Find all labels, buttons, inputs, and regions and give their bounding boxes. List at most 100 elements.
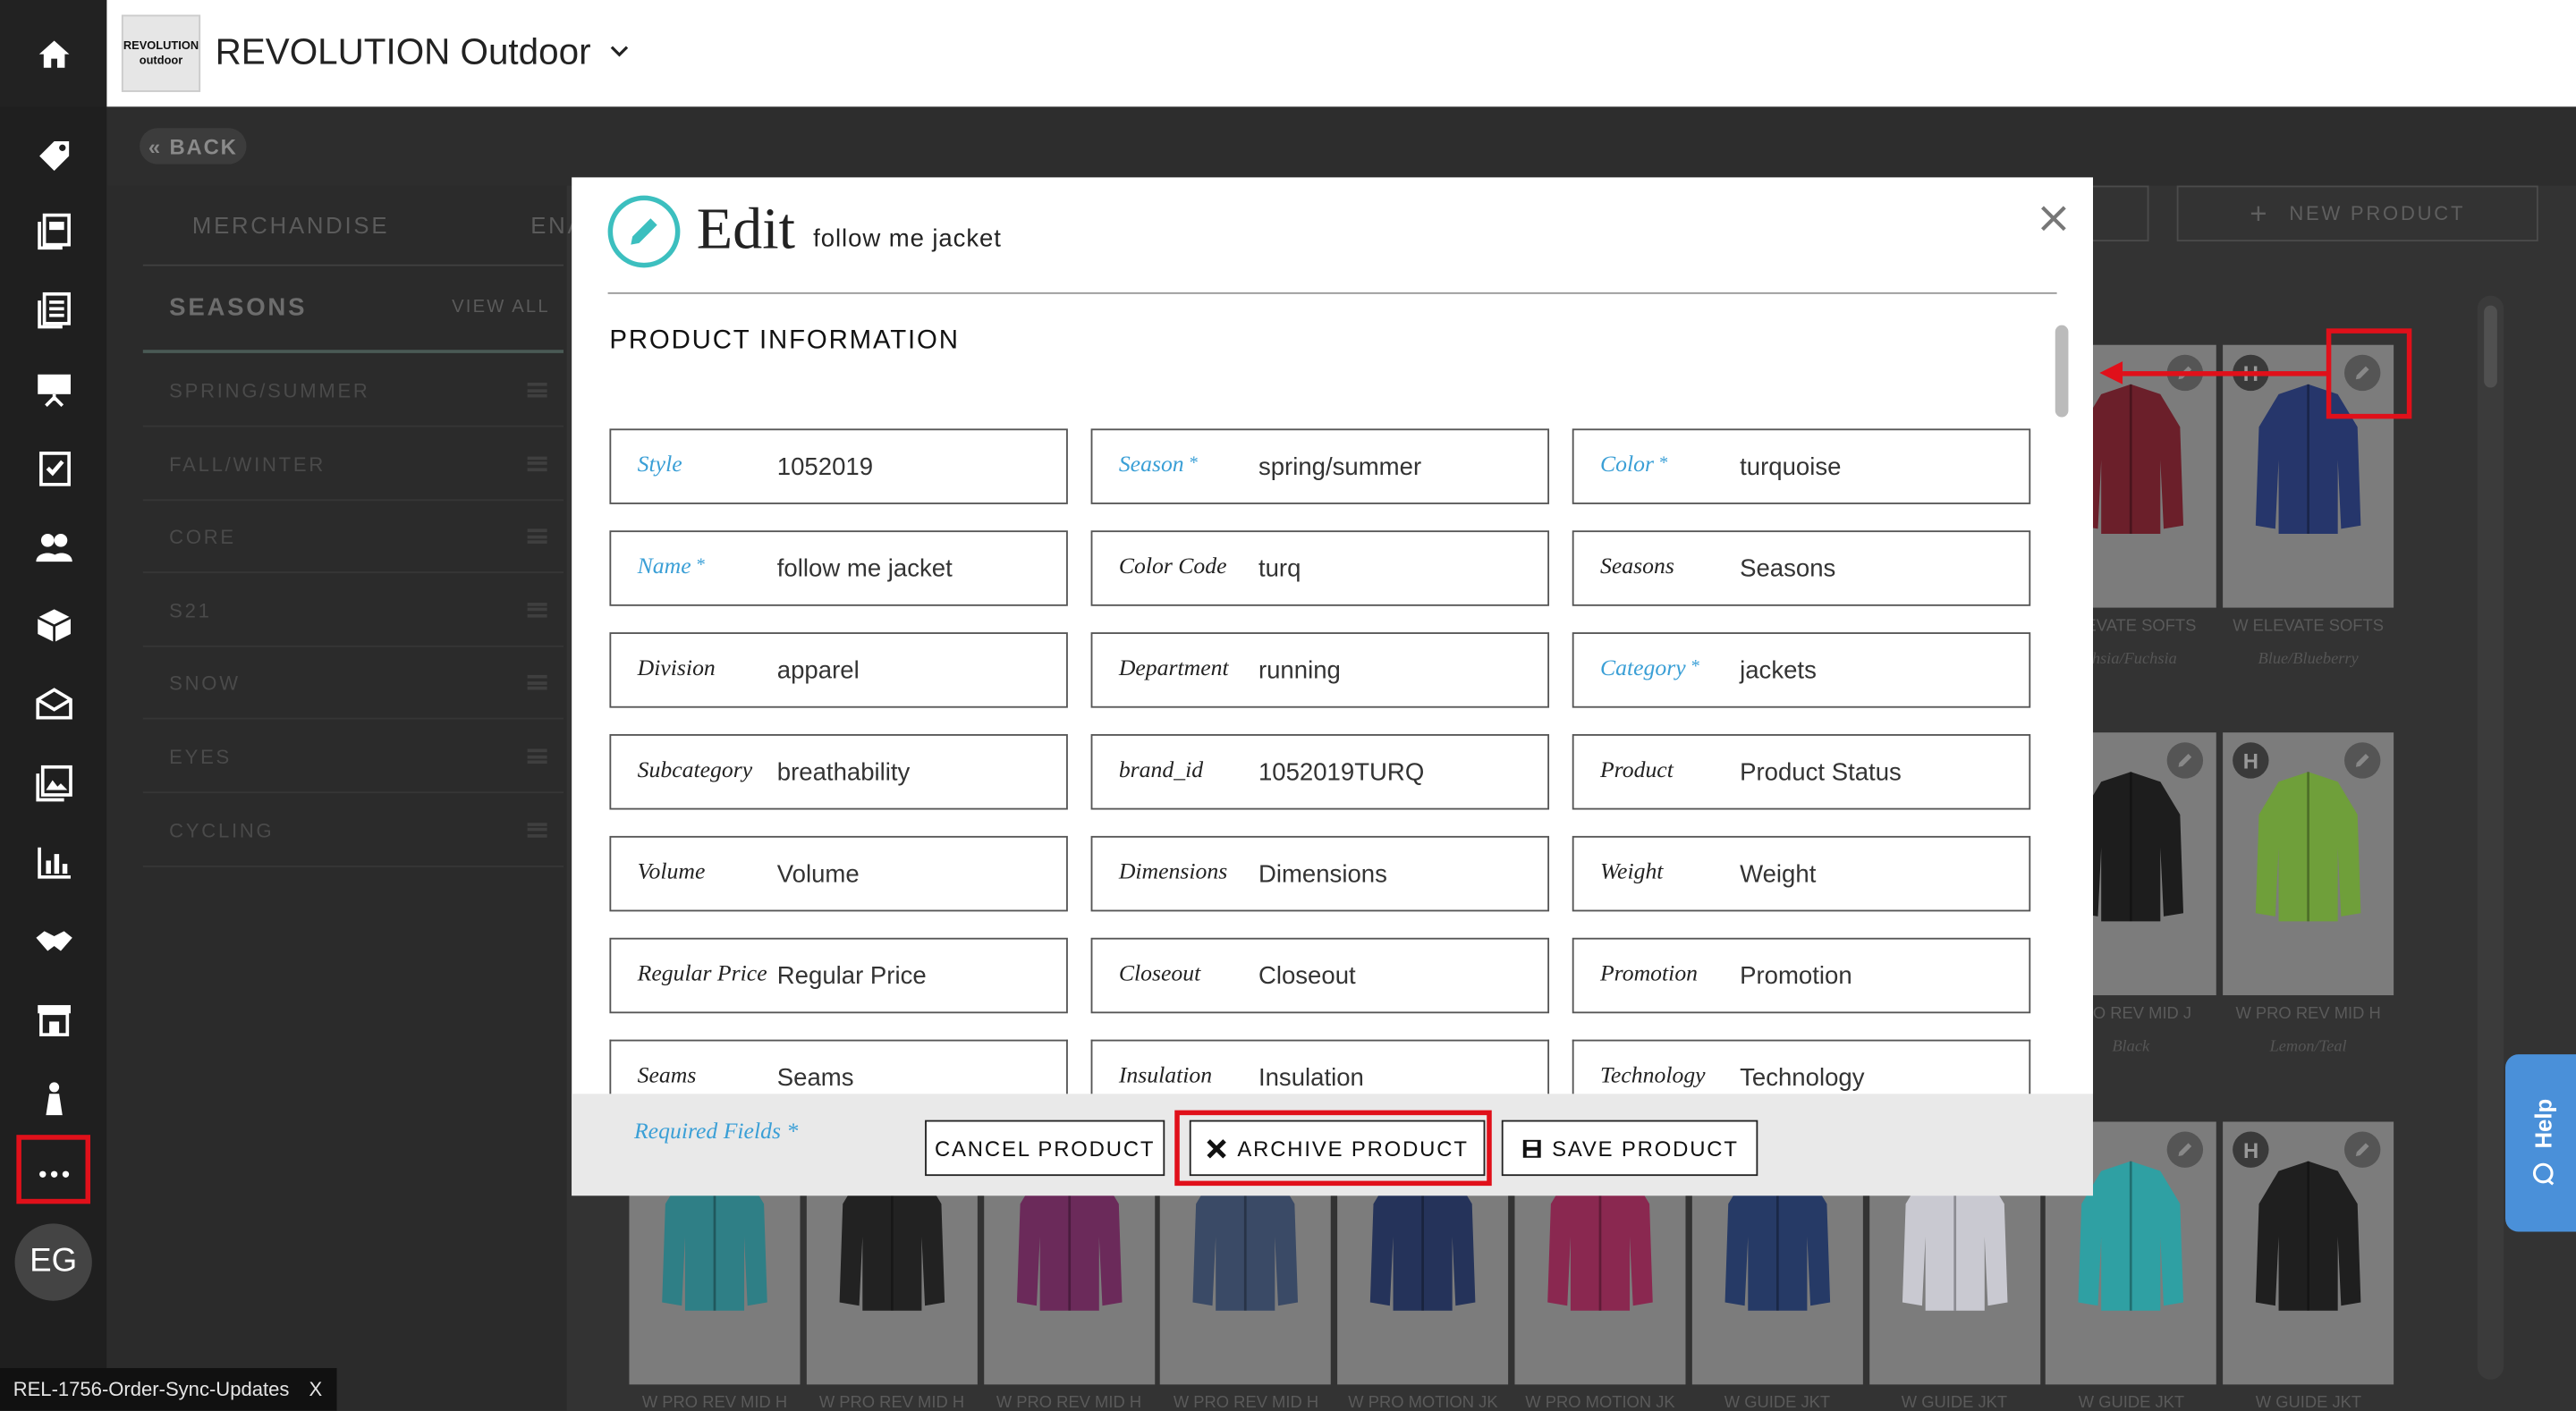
- field-value[interactable]: Promotion: [1740, 962, 1852, 990]
- sidebar-item-messages[interactable]: [26, 680, 80, 729]
- product-field[interactable]: Division apparel: [609, 632, 1068, 708]
- edit-pencil-icon[interactable]: [2344, 742, 2381, 779]
- drag-handle-icon[interactable]: [527, 748, 547, 765]
- back-button[interactable]: « BACK: [140, 128, 247, 165]
- sidebar-item-reports[interactable]: [26, 838, 80, 887]
- envelope-icon: [35, 688, 72, 720]
- season-item[interactable]: CYCLING: [142, 794, 564, 867]
- product-card[interactable]: HW GUIDE JKT: [2223, 1121, 2394, 1411]
- season-item[interactable]: SPRING/SUMMER: [142, 355, 564, 427]
- drag-handle-icon[interactable]: [527, 382, 547, 398]
- close-icon[interactable]: [2038, 204, 2068, 233]
- grid-scrollbar[interactable]: [2477, 295, 2504, 1380]
- season-item[interactable]: EYES: [142, 721, 564, 794]
- save-product-button[interactable]: SAVE PRODUCT: [1501, 1120, 1758, 1177]
- field-value[interactable]: Regular Price: [777, 962, 927, 990]
- field-value[interactable]: spring/summer: [1258, 453, 1421, 481]
- field-value[interactable]: Product Status: [1740, 759, 1902, 787]
- product-field[interactable]: Product Product Status: [1572, 734, 2031, 810]
- field-value[interactable]: turquoise: [1740, 453, 1841, 481]
- cancel-product-button[interactable]: CANCEL PRODUCT: [925, 1120, 1165, 1177]
- field-value[interactable]: 1052019TURQ: [1258, 759, 1424, 787]
- tab-merchandise[interactable]: MERCHANDISE: [192, 212, 389, 238]
- drag-handle-icon[interactable]: [527, 602, 547, 618]
- product-field[interactable]: Color Code turq: [1090, 530, 1550, 606]
- tag-icon: [38, 140, 69, 172]
- modal-footer: Required Fields * CANCEL PRODUCT ARCHIVE…: [572, 1094, 2094, 1196]
- sidebar-item-media[interactable]: [26, 759, 80, 808]
- product-field[interactable]: Regular Price Regular Price: [609, 937, 1068, 1014]
- field-value[interactable]: Dimensions: [1258, 860, 1387, 888]
- edit-product-modal: Edit follow me jacket PRODUCT INFORMATIO…: [572, 177, 2094, 1196]
- season-item[interactable]: SNOW: [142, 647, 564, 721]
- field-value[interactable]: turq: [1258, 555, 1301, 583]
- product-field[interactable]: Seasons Seasons: [1572, 530, 2031, 606]
- sidebar-item-linesheets[interactable]: [26, 286, 80, 335]
- product-field[interactable]: Weight Weight: [1572, 835, 2031, 912]
- field-value[interactable]: 1052019: [777, 453, 873, 481]
- season-item[interactable]: S21: [142, 574, 564, 647]
- save-icon: [1522, 1138, 1541, 1157]
- edit-pencil-icon[interactable]: [2166, 742, 2204, 779]
- field-value[interactable]: apparel: [777, 657, 860, 685]
- product-field[interactable]: Dimensions Dimensions: [1090, 835, 1550, 912]
- top-bar: REVOLUTION outdoor REVOLUTION Outdoor: [106, 0, 2576, 107]
- field-value[interactable]: Closeout: [1258, 962, 1356, 990]
- product-field[interactable]: Closeout Closeout: [1090, 937, 1550, 1014]
- product-field[interactable]: Insulation Insulation: [1090, 1039, 1550, 1096]
- field-label: Name *: [637, 554, 705, 580]
- sidebar-item-products[interactable]: [26, 131, 80, 181]
- sidebar-item-stores[interactable]: [26, 995, 80, 1044]
- home-button[interactable]: [0, 0, 107, 107]
- product-name: W PRO REV MID H: [1173, 1394, 1319, 1411]
- drag-handle-icon[interactable]: [527, 528, 547, 545]
- drag-handle-icon[interactable]: [527, 675, 547, 691]
- product-field[interactable]: Subcategory breathability: [609, 734, 1068, 810]
- product-field[interactable]: Color * turquoise: [1572, 428, 2031, 504]
- person-icon: [45, 1082, 62, 1116]
- product-field[interactable]: Style 1052019: [609, 428, 1068, 504]
- product-field[interactable]: Technology Technology: [1572, 1039, 2031, 1096]
- product-field[interactable]: brand_id 1052019TURQ: [1090, 734, 1550, 810]
- sidebar-item-presentations[interactable]: [26, 365, 80, 414]
- field-value[interactable]: jackets: [1740, 657, 1817, 685]
- chevron-down-icon[interactable]: [608, 39, 631, 63]
- sidebar-item-inventory[interactable]: [26, 601, 80, 650]
- field-value[interactable]: Volume: [777, 860, 860, 888]
- field-value[interactable]: Seasons: [1740, 555, 1835, 583]
- company-switcher[interactable]: REVOLUTION Outdoor: [216, 31, 591, 74]
- product-field[interactable]: Promotion Promotion: [1572, 937, 2031, 1014]
- sidebar-item-partners[interactable]: [26, 917, 80, 966]
- help-tab[interactable]: Help: [2505, 1054, 2576, 1232]
- product-field[interactable]: Department running: [1090, 632, 1550, 708]
- product-field[interactable]: Volume Volume: [609, 835, 1068, 912]
- field-value[interactable]: running: [1258, 657, 1341, 685]
- toolbar-button-partial[interactable]: [2086, 185, 2149, 242]
- sidebar-item-orders[interactable]: [26, 444, 80, 493]
- drag-handle-icon[interactable]: [527, 455, 547, 471]
- product-field[interactable]: Category * jackets: [1572, 632, 2031, 708]
- season-item[interactable]: CORE: [142, 502, 564, 574]
- drag-handle-icon[interactable]: [527, 822, 547, 837]
- sidebar-item-reps[interactable]: [26, 1074, 80, 1123]
- required-asterisk: *: [1685, 656, 1699, 677]
- branch-close-button[interactable]: X: [309, 1378, 322, 1401]
- product-card[interactable]: H W PRO REV MID H Lemon/Teal: [2223, 732, 2394, 1056]
- sidebar-item-catalogs[interactable]: [26, 207, 80, 256]
- sidebar-item-customers[interactable]: [26, 522, 80, 571]
- field-value[interactable]: Insulation: [1258, 1064, 1364, 1092]
- presentation-icon: [37, 374, 71, 407]
- product-field[interactable]: Season * spring/summer: [1090, 428, 1550, 504]
- field-value[interactable]: Weight: [1740, 860, 1816, 888]
- field-value[interactable]: follow me jacket: [777, 555, 953, 583]
- view-all-link[interactable]: VIEW ALL: [452, 297, 550, 317]
- new-product-button[interactable]: + NEW PRODUCT: [2176, 185, 2538, 242]
- field-value[interactable]: breathability: [777, 759, 911, 787]
- avatar[interactable]: EG: [14, 1223, 92, 1301]
- product-field[interactable]: Name * follow me jacket: [609, 530, 1068, 606]
- season-item[interactable]: FALL/WINTER: [142, 428, 564, 501]
- product-field[interactable]: Seams Seams: [609, 1039, 1068, 1096]
- field-label: Promotion: [1599, 962, 1699, 987]
- field-value[interactable]: Seams: [777, 1064, 854, 1092]
- field-value[interactable]: Technology: [1740, 1064, 1864, 1092]
